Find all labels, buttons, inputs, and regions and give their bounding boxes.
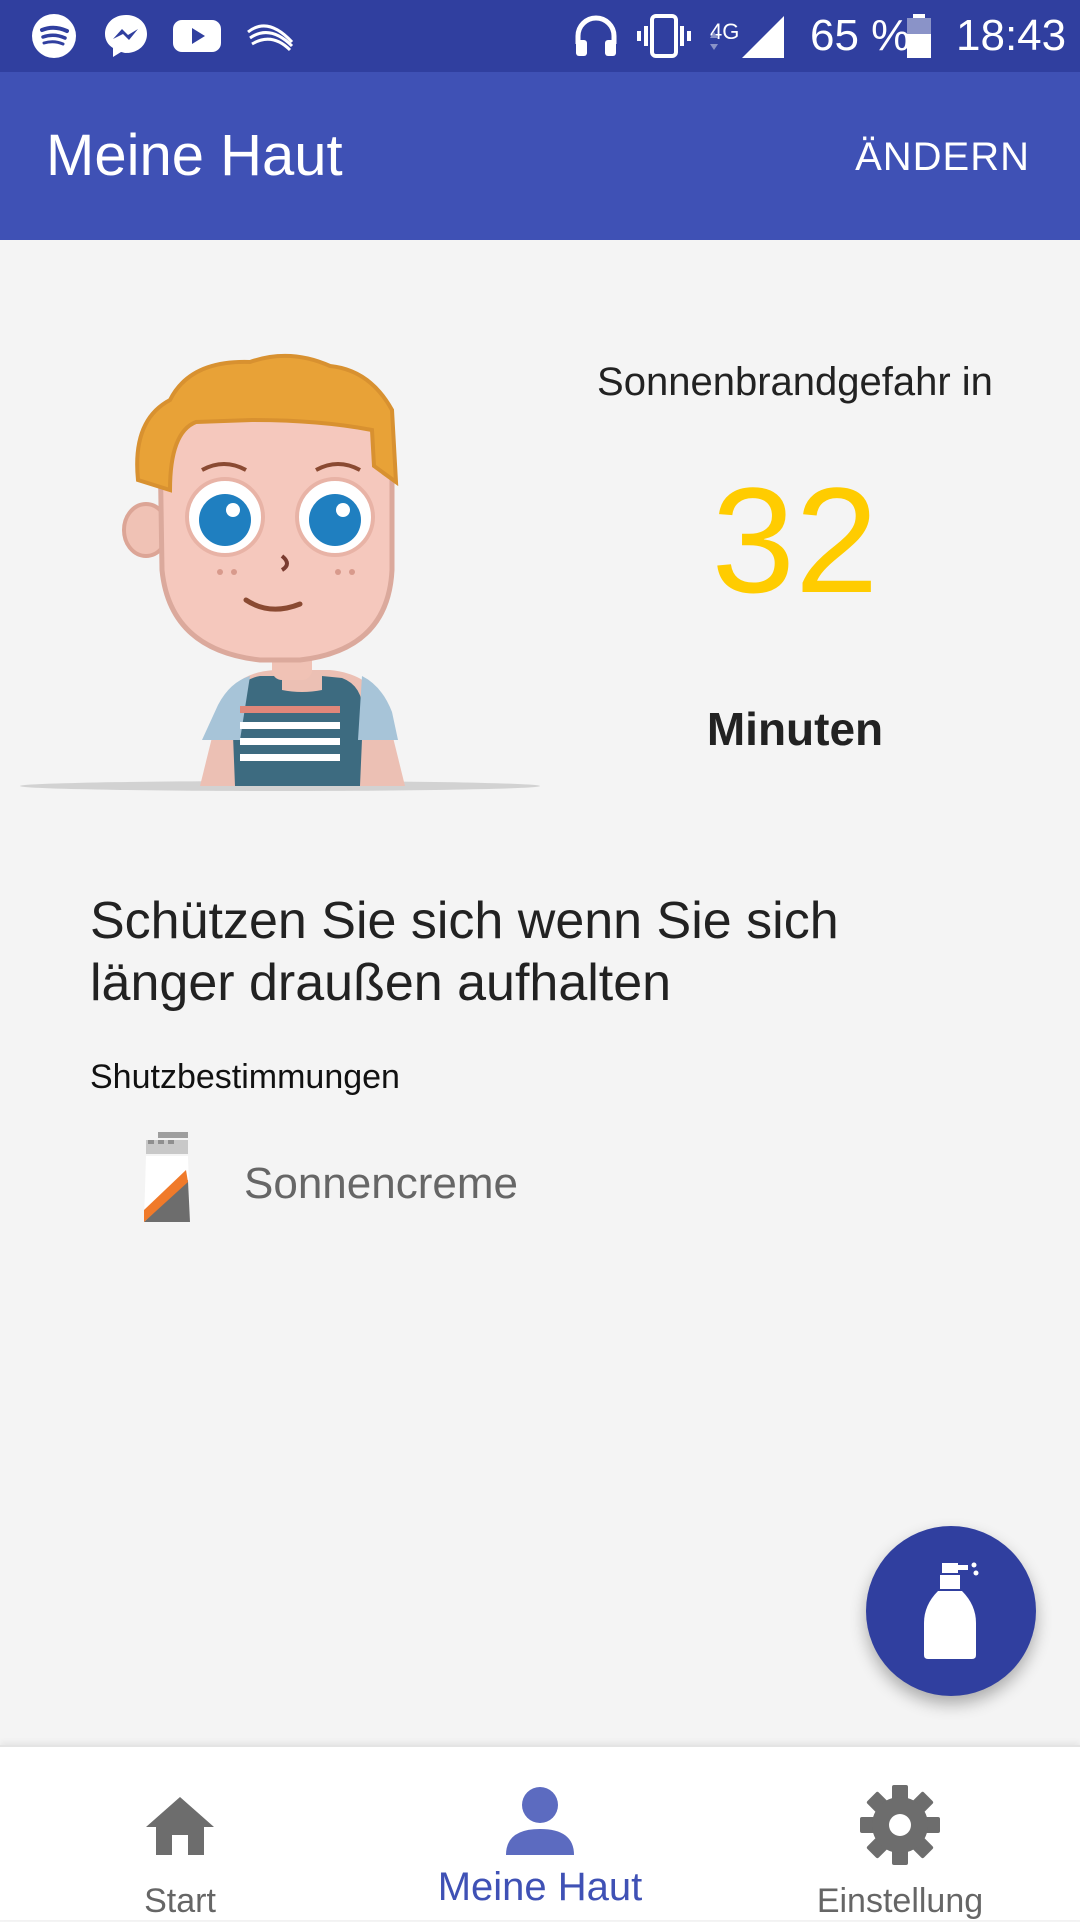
- sunburn-risk-minutes-value: 32: [711, 456, 879, 624]
- sunscreen-bottle-icon: [924, 1562, 979, 1659]
- nav-label-meine-haut: Meine Haut: [437, 1865, 643, 1909]
- vibrate-icon: [637, 14, 691, 58]
- person-icon: [506, 1787, 574, 1855]
- spotify-icon: [32, 14, 76, 58]
- nav-label-start: Start: [144, 1882, 216, 1920]
- headphones-icon: [575, 15, 617, 56]
- nav-item-meine-haut[interactable]: Meine Haut: [360, 1747, 720, 1922]
- sunburn-risk-caption: Sonnenbrandgefahr in: [597, 360, 993, 404]
- status-bar: 4G 65 % 18:43: [0, 0, 1080, 72]
- sunburn-risk-unit: Minuten: [706, 703, 884, 755]
- change-button[interactable]: ÄNDERN: [855, 134, 1030, 180]
- youtube-icon: [173, 20, 221, 52]
- protection-item-label: Sonnencreme: [244, 1159, 518, 1208]
- swiftkey-icon: [247, 24, 294, 52]
- home-icon: [146, 1797, 214, 1855]
- gear-icon: [860, 1785, 940, 1865]
- page-title: Meine Haut: [46, 123, 343, 188]
- bottom-navigation: Start Meine Haut Einstellung: [0, 1745, 1080, 1920]
- battery-percent: 65 %: [810, 11, 911, 60]
- skin-type-avatar-illustration: [20, 353, 540, 791]
- protection-section-label: Shutzbestimmungen: [90, 1058, 400, 1096]
- add-sunscreen-fab[interactable]: [866, 1526, 1036, 1696]
- nav-label-einstellung: Einstellung: [816, 1882, 984, 1920]
- clock: 18:43: [956, 11, 1067, 60]
- protection-item-sunscreen: Sonnencreme: [130, 1128, 730, 1238]
- messenger-icon: [105, 15, 147, 57]
- sunscreen-icon: [144, 1132, 190, 1222]
- protection-advice-text: Schützen Sie sich wenn Sie sich länger d…: [90, 892, 839, 1012]
- nav-item-einstellung[interactable]: Einstellung: [720, 1747, 1080, 1922]
- app-bar: Meine Haut ÄNDERN: [0, 72, 1080, 240]
- battery-icon: [907, 14, 931, 58]
- nav-item-start[interactable]: Start: [0, 1747, 360, 1922]
- signal-icon: [710, 16, 784, 58]
- main-content: Sonnenbrandgefahr in 32 Minuten Schützen…: [0, 240, 1080, 1745]
